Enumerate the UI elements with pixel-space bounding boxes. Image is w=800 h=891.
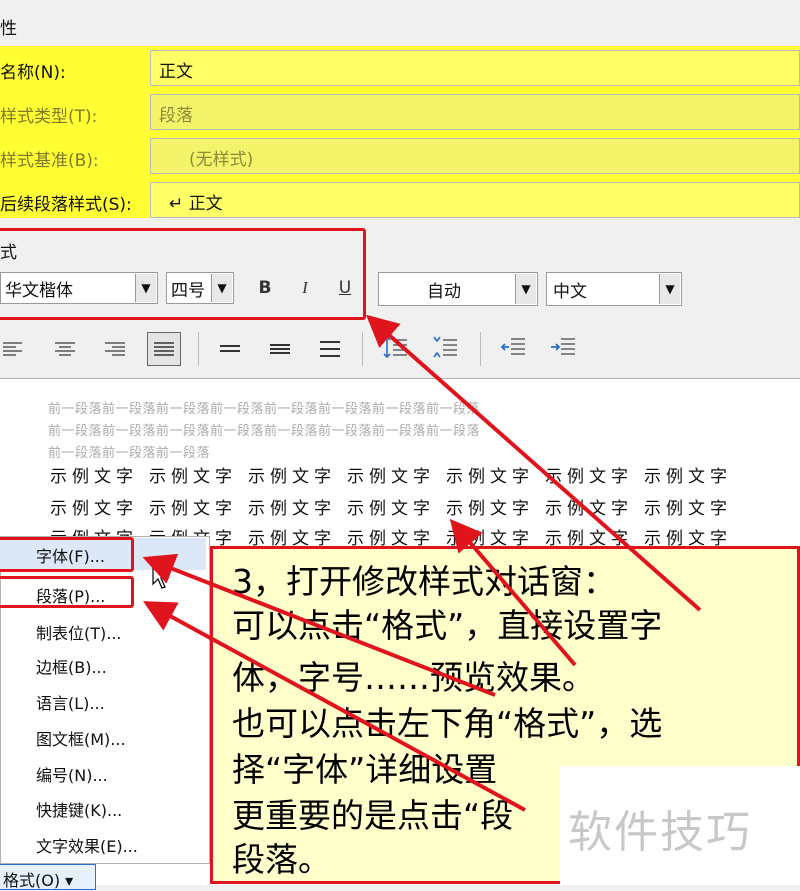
next-style-value: ↵ 正文 <box>169 194 223 214</box>
toolbar-divider <box>198 332 199 366</box>
preview-sample-word: 示例文字 <box>248 467 336 487</box>
paragraph-item-highlight-box <box>0 576 134 608</box>
name-label: 名称(N): <box>0 63 66 83</box>
preview-sample-word: 示例文字 <box>50 499 138 519</box>
menu-item-frame[interactable]: 图文框(M)... <box>36 726 126 750</box>
note-line: 可以点击“格式”，直接设置字 <box>232 606 663 645</box>
align-right-icon[interactable] <box>100 334 130 364</box>
format-button[interactable]: 格式(O) ▾ <box>0 864 96 890</box>
based-on-value: (无样式) <box>189 150 254 170</box>
chevron-down-icon: ▼ <box>659 274 680 304</box>
preview-sample-word: 示例文字 <box>347 467 435 487</box>
preview-sample-word: 示例文字 <box>545 467 633 487</box>
language-value: 中文 <box>553 282 587 302</box>
double-spacing-icon[interactable] <box>315 334 345 364</box>
preview-sample-word: 示例文字 <box>545 499 633 519</box>
decrease-spacing-icon[interactable] <box>430 332 460 362</box>
preview-sample-word: 示例文字 <box>446 499 534 519</box>
align-left-icon[interactable] <box>0 334 28 364</box>
style-type-value: 段落 <box>159 106 193 126</box>
style-type-label: 样式类型(T): <box>0 107 98 127</box>
watermark-text: 软件技巧 <box>568 807 752 858</box>
preview-sample-word: 示例文字 <box>248 499 336 519</box>
menu-item-language[interactable]: 语言(L)... <box>36 690 105 714</box>
next-style-field[interactable]: ↵ 正文 <box>150 182 800 218</box>
based-on-label: 样式基准(B): <box>0 151 99 171</box>
preview-sample-word: 示例文字 <box>149 467 237 487</box>
preview-previous-paragraph: 前一段落前一段落前一段落 <box>48 446 211 461</box>
decrease-indent-icon[interactable] <box>498 332 528 362</box>
menu-item-text-effects[interactable]: 文字效果(E)... <box>36 833 138 857</box>
next-style-label: 后续段落样式(S): <box>0 195 132 215</box>
preview-sample-word: 示例文字 <box>149 499 237 519</box>
properties-header <box>0 0 800 44</box>
preview-previous-paragraph: 前一段落前一段落前一段落前一段落前一段落前一段落前一段落前一段落 <box>48 402 481 417</box>
increase-indent-icon[interactable] <box>548 332 578 362</box>
menu-item-shortcut[interactable]: 快捷键(K)... <box>36 797 122 821</box>
color-value: 自动 <box>427 282 461 302</box>
note-line: 更重要的是点击“段 <box>232 796 514 835</box>
properties-section-title: 性 <box>0 19 17 39</box>
preview-previous-paragraph: 前一段落前一段落前一段落前一段落前一段落前一段落前一段落前一段落 <box>48 424 481 439</box>
preview-sample-word: 示例文字 <box>644 499 732 519</box>
one-half-spacing-icon[interactable] <box>265 334 295 364</box>
preview-sample-word: 示例文字 <box>644 467 732 487</box>
menu-item-tabs[interactable]: 制表位(T)... <box>36 620 122 644</box>
align-toolbar <box>0 326 800 372</box>
chevron-down-icon: ▼ <box>515 274 536 304</box>
note-line: 也可以点击左下角“格式”，选 <box>232 704 663 743</box>
preview-sample-word: 示例文字 <box>446 467 534 487</box>
mouse-cursor-icon <box>152 561 170 594</box>
language-select[interactable]: 中文 ▼ <box>546 272 682 306</box>
font-item-highlight-box <box>0 537 134 572</box>
menu-item-numbering[interactable]: 编号(N)... <box>36 762 108 786</box>
note-line: 体，字号……预览效果。 <box>232 658 595 697</box>
note-line: 段落。 <box>232 840 331 879</box>
note-line: 择“字体”详细设置 <box>232 750 498 789</box>
toolbar-divider <box>480 332 481 366</box>
single-spacing-icon[interactable] <box>215 334 245 364</box>
menu-item-border[interactable]: 边框(B)... <box>36 654 107 678</box>
increase-spacing-icon[interactable] <box>380 332 410 362</box>
align-center-icon[interactable] <box>50 334 80 364</box>
note-line: 3，打开修改样式对话窗： <box>232 562 616 601</box>
based-on-field[interactable]: (无样式) <box>150 138 800 174</box>
toolbar-divider <box>362 332 363 366</box>
format-toolbar-highlight-box <box>0 228 366 320</box>
justify-icon[interactable] <box>147 332 181 366</box>
color-select[interactable]: 自动 ▼ <box>378 272 538 306</box>
name-field[interactable]: 正文 <box>150 50 800 86</box>
style-type-field[interactable]: 段落 <box>150 94 800 130</box>
preview-sample-word: 示例文字 <box>347 499 435 519</box>
preview-sample-word: 示例文字 <box>50 467 138 487</box>
name-value: 正文 <box>159 62 193 82</box>
